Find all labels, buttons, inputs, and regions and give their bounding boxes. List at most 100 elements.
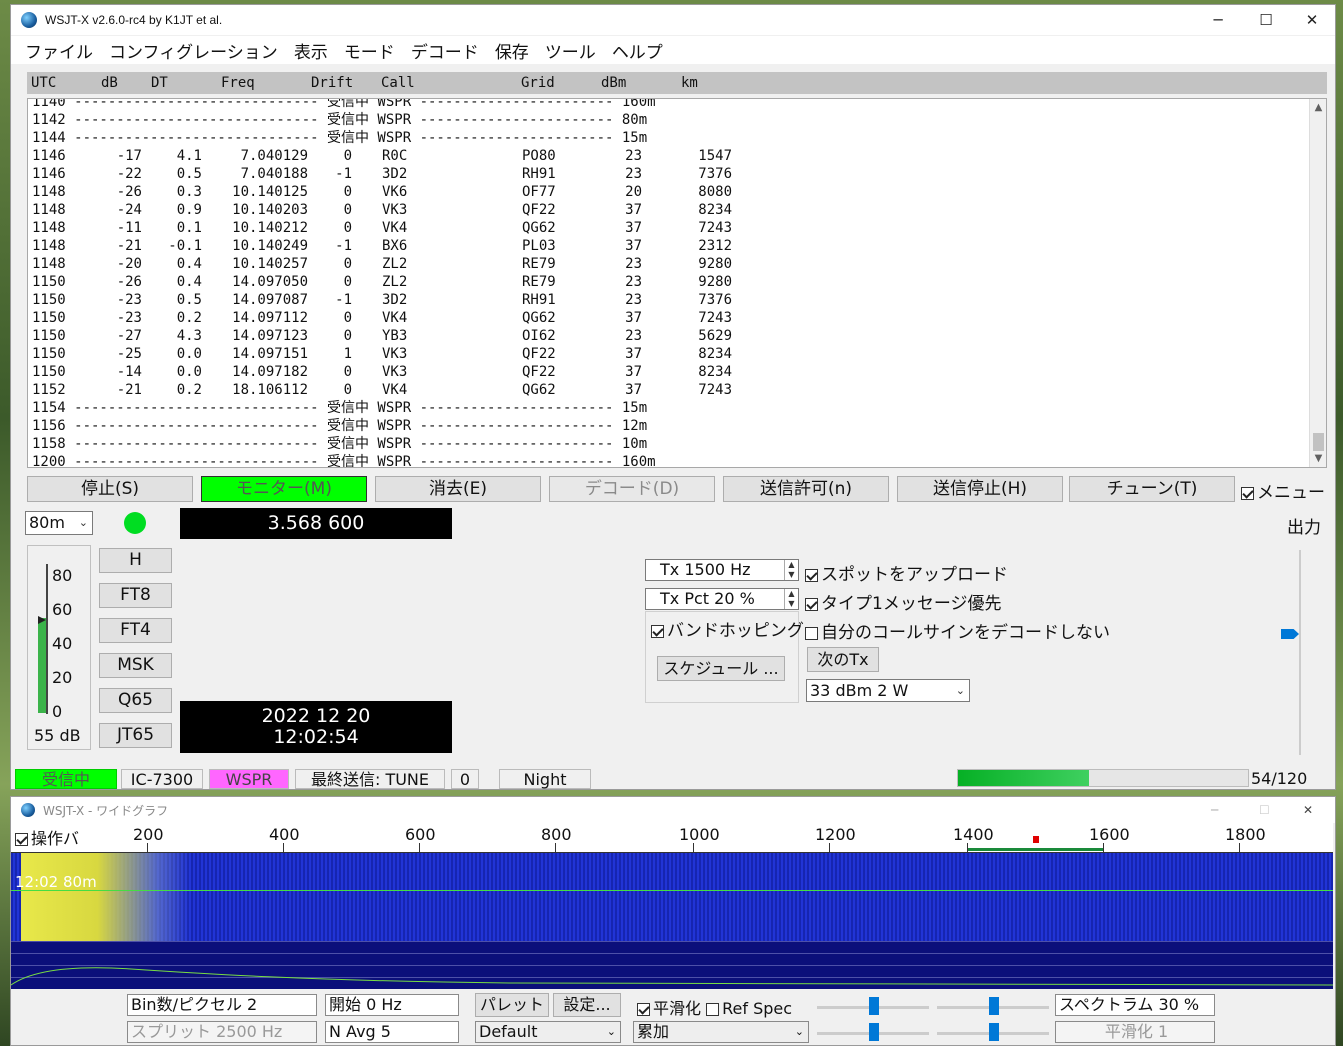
spec-gain-slider[interactable] [817,1021,929,1045]
band-hopping-toggle[interactable]: バンドホッピング [651,616,804,641]
palette-select[interactable]: Default ⌄ [475,1021,621,1043]
close-button[interactable]: ✕ [1289,5,1335,35]
ref-spec-checkbox[interactable] [706,1003,720,1016]
spec-zero-slider[interactable] [937,1021,1049,1045]
wf-maximize-button[interactable]: ☐ [1259,803,1270,817]
smooth-spinbox[interactable]: 平滑化 1 [1055,1021,1215,1043]
smoothing-checkbox[interactable] [637,1003,650,1016]
decode-row[interactable]: 1148 -11 0.1 10.140212 0 VK4 QG62 37 7243 [32,219,1302,237]
menu-toggle[interactable]: メニュー [1241,478,1325,503]
wf-close-button[interactable]: ✕ [1303,803,1313,817]
decode-separator-row: 1142 ----------------------------- 受信中 W… [32,112,648,128]
menu-tools[interactable]: ツール [537,38,604,63]
bins-per-pixel-spinbox[interactable]: Bin数/ピクセル 2 [127,994,317,1016]
decode-row[interactable]: 1146 -22 0.5 7.040188 -1 3D2 RH91 23 7376 [32,165,1302,183]
schedule-button[interactable]: スケジュール ... [657,656,785,681]
menu-save[interactable]: 保存 [487,38,537,63]
controls-toggle[interactable]: 操作バ [15,825,80,849]
upload-spots-toggle[interactable]: スポットをアップロード [805,560,1008,585]
zero-slider[interactable] [937,995,1049,1019]
mode-q65-button[interactable]: Q65 [99,688,172,713]
next-tx-button[interactable]: 次のTx [807,647,879,672]
no-own-call-checkbox[interactable] [805,626,818,640]
decode-row[interactable]: 1148 -20 0.4 10.140257 0 ZL2 RE79 23 9280 [32,255,1302,273]
mode-h-button[interactable]: H [99,548,172,573]
erase-button[interactable]: 消去(E) [375,476,541,502]
navg-spinbox[interactable]: N Avg 5 [325,1021,459,1043]
prefer-type1-checkbox[interactable] [805,597,818,611]
ruler-tick-mark [283,843,284,852]
decode-row[interactable]: 1148 -26 0.3 10.140125 0 VK6 OF77 20 8080 [32,183,1302,201]
decode-cell-dbm: 23 [625,292,642,308]
split-spinbox[interactable]: スプリット 2500 Hz [127,1021,317,1043]
decode-row[interactable]: 1150 -14 0.0 14.097182 0 VK3 QF22 37 8234 [32,363,1302,381]
band-select[interactable]: 80m ⌄ [25,511,93,535]
enable-tx-button[interactable]: 送信許可(n) [723,476,889,502]
mode-jt65-button[interactable]: JT65 [99,723,172,748]
tx-freq-spinbox[interactable]: Tx 1500 Hz ▲ ▼ [645,559,799,581]
spectrum-type-select[interactable]: 累加 ⌄ [633,1021,809,1043]
col-db: dB [101,75,118,91]
meter-tick-40: 40 [52,634,73,653]
mode-ft8-button[interactable]: FT8 [99,583,172,608]
scroll-up-icon[interactable]: ▲ [1310,99,1326,116]
halt-tx-button[interactable]: 送信停止(H) [897,476,1063,502]
monitor-button[interactable]: モニター(M) [201,476,367,502]
wide-graph-title-bar: WSJT-X - ワイドグラフ ─ ☐ ✕ [11,797,1335,823]
decode-cell-km: 7243 [698,220,732,236]
power-select[interactable]: 33 dBm 2 W ⌄ [806,679,970,702]
no-own-call-toggle[interactable]: 自分のコールサインをデコードしない [805,618,1110,643]
title-bar: WSJT-X v2.6.0-rc4 by K1JT et al. ─ ☐ ✕ [11,5,1335,35]
decode-row[interactable]: 1146 -17 4.1 7.040129 0 R0C PO80 23 1547 [32,147,1302,165]
scroll-thumb[interactable] [1313,433,1324,451]
menu-file[interactable]: ファイル [17,38,101,63]
spectrum-pct-spinbox[interactable]: スペクトラム 30 % [1055,994,1215,1016]
mode-ft4-button[interactable]: FT4 [99,618,172,643]
decode-row[interactable]: 1150 -25 0.0 14.097151 1 VK3 QF22 37 8234 [32,345,1302,363]
minimize-button[interactable]: ─ [1195,5,1241,35]
menu-view[interactable]: 表示 [286,38,336,63]
menu-help[interactable]: ヘルプ [604,38,671,63]
output-power-slider[interactable] [1299,550,1301,755]
prefer-type1-toggle[interactable]: タイプ1メッセージ優先 [805,589,1001,614]
decode-row[interactable]: 1152 -21 0.2 18.106112 0 VK4 QG62 37 7243 [32,381,1302,399]
gain-slider[interactable] [817,995,929,1019]
waterfall-display[interactable]: 12:02 80m [11,853,1333,941]
scroll-down-icon[interactable]: ▼ [1310,450,1326,467]
band-hopping-checkbox[interactable] [651,624,664,638]
decode-row[interactable]: 1148 -24 0.9 10.140203 0 VK3 QF22 37 8234 [32,201,1302,219]
rx-passband-marker [967,848,1103,851]
menu-configuration[interactable]: コンフィグレーション [101,38,286,63]
decode-scrollbar[interactable]: ▲ ▼ [1309,99,1326,467]
decode-cell-grid: QG62 [522,382,556,398]
mode-msk-button[interactable]: MSK [99,653,172,678]
ruler-tick-1600: 1600 [1089,825,1130,844]
decode-cell-db: -21 [116,238,142,254]
menu-mode[interactable]: モード [336,38,403,63]
decode-list[interactable]: ▲ ▼ 1140 ----------------------------- 受… [27,98,1327,468]
start-freq-spinbox[interactable]: 開始 0 Hz [325,994,459,1016]
upload-spots-checkbox[interactable] [805,568,818,582]
decode-button[interactable]: デコード(D) [549,476,715,502]
frequency-ruler[interactable]: 操作バ 200 400 600 800 1000 1200 1400 1600 1800 [11,823,1333,853]
controls-checkbox[interactable] [15,833,28,846]
maximize-button[interactable]: ☐ [1243,5,1289,35]
wf-minimize-button[interactable]: ─ [1211,803,1218,817]
decode-row[interactable]: 1150 -23 0.5 14.097087 -1 3D2 RH91 23 7376 [32,291,1302,309]
decode-row[interactable]: 1148 -21 -0.1 10.140249 -1 BX6 PL03 37 2312 [32,237,1302,255]
decode-row[interactable]: 1150 -26 0.4 14.097050 0 ZL2 RE79 23 9280 [32,273,1302,291]
tune-button[interactable]: チューン(T) [1069,476,1235,502]
menu-decode[interactable]: デコード [403,38,487,63]
spin-arrows-icon[interactable]: ▲ ▼ [784,589,798,609]
palette-button[interactable]: パレット [475,993,549,1017]
decode-row[interactable]: 1150 -27 4.3 14.097123 0 YB3 OI62 23 5629 [32,327,1302,345]
output-slider-knob[interactable] [1281,629,1299,639]
smoothing-toggle[interactable]: 平滑化 Ref Spec [637,995,792,1019]
tx-pct-spinbox[interactable]: Tx Pct 20 % ▲ ▼ [645,588,799,610]
spin-arrows-icon[interactable]: ▲ ▼ [784,560,798,580]
menu-checkbox[interactable] [1241,486,1254,500]
palette-settings-button[interactable]: 設定... [553,993,621,1017]
stop-button[interactable]: 停止(S) [27,476,193,502]
wide-graph-title: WSJT-X - ワイドグラフ [43,803,169,818]
decode-row[interactable]: 1150 -23 0.2 14.097112 0 VK4 QG62 37 7243 [32,309,1302,327]
